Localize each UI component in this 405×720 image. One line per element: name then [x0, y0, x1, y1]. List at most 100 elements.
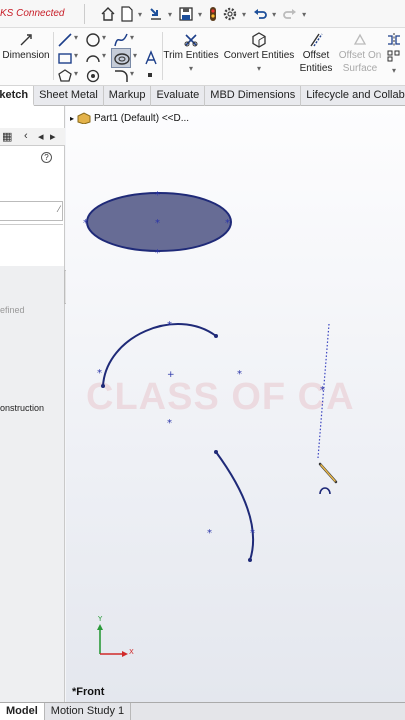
arc-endpoint[interactable]: [214, 450, 218, 454]
chevron-down-icon[interactable]: ▾: [74, 69, 78, 78]
chevron-down-icon[interactable]: ▾: [130, 69, 134, 78]
rectangle-icon[interactable]: [57, 50, 73, 66]
convert-entities-button[interactable]: Convert Entities ▾: [222, 32, 296, 75]
chevron-down-icon[interactable]: ▾: [133, 51, 137, 60]
offset-on-surface-label-2: Surface: [342, 63, 378, 74]
chevron-down-icon[interactable]: ▾: [102, 51, 106, 60]
open-icon[interactable]: [148, 6, 164, 22]
selection-list[interactable]: [0, 224, 63, 264]
ellipse-icon[interactable]: [111, 48, 131, 68]
construction-point[interactable]: *: [320, 385, 325, 396]
arc-endpoint[interactable]: [214, 334, 218, 338]
quick-access-toolbar: ▾ ▾ ▾ ▾ ▾ ▾: [100, 4, 308, 24]
arc-endpoint[interactable]: [248, 558, 252, 562]
configuration-manager-icon[interactable]: ▦: [2, 130, 12, 143]
tab-evaluate[interactable]: Evaluate: [151, 86, 206, 106]
options-gear-icon[interactable]: [222, 6, 238, 22]
tab-motion-study[interactable]: Motion Study 1: [45, 703, 132, 720]
arc-point[interactable]: *: [97, 368, 102, 379]
ellipse-axis-point[interactable]: *: [155, 190, 160, 201]
chevron-down-icon[interactable]: ▾: [272, 10, 276, 19]
arc-icon[interactable]: [85, 50, 101, 66]
text-icon[interactable]: [143, 50, 159, 66]
chevron-right-icon[interactable]: ▸: [50, 130, 56, 143]
chevron-down-icon[interactable]: ▾: [198, 10, 202, 19]
chevron-down-icon[interactable]: ▾: [130, 33, 134, 42]
offset-on-surface-label-1: Offset On: [338, 50, 382, 61]
trim-entities-icon: [184, 34, 198, 47]
offset-entities-label-2: Entities: [299, 63, 333, 74]
ellipse-axis-point[interactable]: *: [83, 218, 88, 229]
sketch-arc[interactable]: [102, 323, 217, 387]
bottom-tab-bar: Model Motion Study 1: [0, 702, 405, 720]
sketch-arc[interactable]: [215, 451, 255, 561]
polygon-icon[interactable]: [57, 68, 73, 84]
selection-field[interactable]: ⁄: [0, 201, 63, 221]
trim-entities-button[interactable]: Trim Entities ▾: [163, 32, 219, 75]
convert-entities-icon: [252, 32, 266, 48]
line-icon[interactable]: [57, 32, 73, 48]
convert-entities-label: Convert Entities: [223, 50, 295, 61]
tab-markup[interactable]: Markup: [104, 86, 152, 106]
offset-on-surface-button[interactable]: Offset On Surface: [336, 32, 384, 75]
offset-entities-button[interactable]: Offset Entities: [296, 32, 336, 75]
tab-sketch[interactable]: Sketch: [0, 86, 35, 106]
home-icon[interactable]: [100, 6, 116, 22]
chevron-down-icon[interactable]: ▾: [242, 10, 246, 19]
fillet-icon[interactable]: [113, 68, 129, 84]
for-construction-label[interactable]: onstruction: [0, 403, 44, 413]
construction-point[interactable]: *: [237, 369, 242, 380]
command-manager: Dimension ▾ ▾ ▾ ▾ ▾ ▾ ▾ ▾ Trim Entities …: [0, 28, 405, 86]
tab-sheet-metal[interactable]: Sheet Metal: [34, 86, 104, 106]
new-document-icon[interactable]: [120, 6, 134, 22]
ellipse-center-point[interactable]: *: [155, 218, 160, 229]
title-bar: KS Connected ▾ ▾ ▾ ▾ ▾ ▾: [0, 0, 405, 28]
ellipse-axis-point[interactable]: *: [225, 218, 230, 229]
circle-icon[interactable]: [85, 32, 101, 48]
ellipse-axis-point[interactable]: *: [155, 248, 160, 259]
mirror-entities-icon: [388, 33, 400, 47]
arc-midpoint[interactable]: *: [250, 528, 255, 539]
undo-icon[interactable]: [252, 6, 268, 22]
arc-center-point[interactable]: +: [167, 370, 175, 380]
arc-center-point[interactable]: *: [207, 528, 212, 539]
chevron-down-icon[interactable]: ▾: [222, 62, 296, 75]
redo-icon[interactable]: [282, 6, 298, 22]
save-icon[interactable]: [178, 6, 194, 22]
tab-mbd-dimensions[interactable]: MBD Dimensions: [205, 86, 302, 106]
chevron-down-icon[interactable]: ▾: [302, 10, 306, 19]
chevron-left-icon[interactable]: ‹: [24, 130, 28, 142]
tab-label: Sketch: [0, 89, 29, 101]
property-manager-panel: ▦ ‹ ◂ ▸ ? ⁄ efined onstruction: [0, 106, 65, 702]
arc-endpoint[interactable]: [101, 384, 105, 388]
chevron-down-icon[interactable]: ▾: [168, 10, 172, 19]
smart-dimension-icon: [20, 34, 32, 46]
chevron-left-icon[interactable]: ◂: [38, 130, 44, 143]
toolbar-separator: [84, 4, 85, 24]
traffic-light-icon[interactable]: [208, 6, 218, 22]
chevron-down-icon[interactable]: ▾: [138, 10, 142, 19]
connection-status: KS Connected: [0, 8, 65, 19]
resize-grip-icon: ⁄: [58, 204, 60, 214]
slot-icon[interactable]: [85, 68, 101, 84]
chevron-down-icon[interactable]: ▾: [163, 62, 219, 75]
help-icon[interactable]: ?: [41, 152, 52, 163]
chevron-down-icon[interactable]: ▾: [74, 51, 78, 60]
mirror-entities-button[interactable]: ▾: [384, 32, 404, 77]
offset-entities-icon: [310, 33, 323, 47]
offset-entities-label-1: Offset: [302, 50, 330, 61]
command-tabs: Sketch Sheet Metal Markup Evaluate MBD D…: [0, 86, 405, 106]
spline-icon[interactable]: [113, 32, 129, 48]
chevron-down-icon[interactable]: ▾: [384, 64, 404, 77]
trim-entities-label: Trim Entities: [163, 50, 219, 61]
smart-dimension-button[interactable]: Dimension: [0, 32, 52, 62]
arc-midpoint[interactable]: *: [167, 320, 172, 331]
chevron-down-icon[interactable]: ▾: [74, 33, 78, 42]
sketch-canvas[interactable]: * * * * * * * + * * * * * Y X: [66, 106, 405, 702]
tab-model[interactable]: Model: [0, 703, 45, 720]
graphics-area[interactable]: ▸ Part1 (Default) <<D... CLASS OF CA * *…: [66, 106, 405, 702]
chevron-down-icon[interactable]: ▾: [102, 33, 106, 42]
tab-lifecycle-collaboration[interactable]: Lifecycle and Collab: [301, 86, 405, 106]
point-icon[interactable]: [145, 70, 155, 80]
construction-point[interactable]: *: [167, 418, 172, 429]
